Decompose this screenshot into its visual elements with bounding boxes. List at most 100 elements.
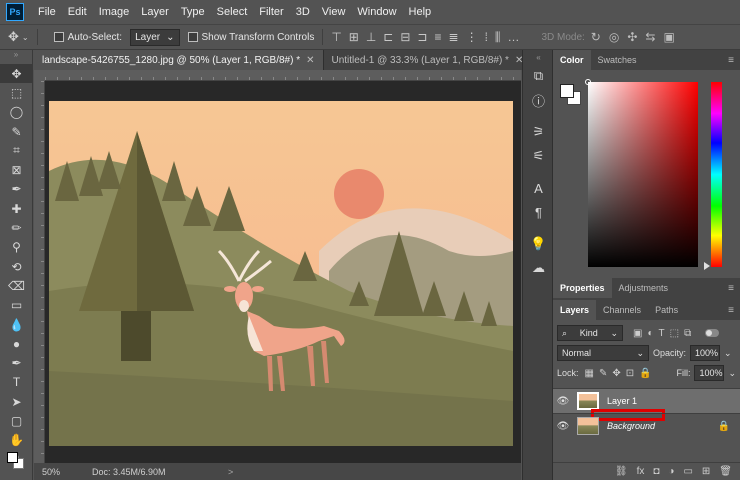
filter-adjustment-icon[interactable]: ◐ [647,328,653,339]
layer-thumbnail[interactable] [577,392,599,410]
video-icon[interactable]: ▣ [663,30,674,44]
vertical-ruler[interactable] [34,81,45,463]
clone-stamp-icon[interactable]: ⚲ [0,238,33,257]
menu-select[interactable]: Select [211,0,254,24]
learn-icon[interactable]: 💡 [523,232,554,256]
panel-menu-icon[interactable]: ≡ [728,300,740,320]
document-canvas-image[interactable] [49,101,513,446]
move-tool-icon[interactable]: ✥ [8,29,19,45]
menu-image[interactable]: Image [93,0,136,24]
rectangle-tool-icon[interactable]: ▢ [0,411,33,430]
eraser-tool-icon[interactable]: ⌫ [0,276,33,295]
panel-menu-icon[interactable]: ≡ [728,278,740,298]
zoom-level[interactable]: 50% [34,467,74,477]
history-brush-icon[interactable]: ⟲ [0,257,33,276]
menu-edit[interactable]: Edit [62,0,93,24]
menu-view[interactable]: View [316,0,352,24]
brush-settings-icon[interactable]: ⚞ [523,120,554,144]
lock-transparent-icon[interactable]: ▦ [585,368,594,379]
more-tools-icon[interactable]: … [0,469,33,480]
close-icon[interactable]: ✕ [306,55,314,66]
lock-paint-icon[interactable]: ✎ [599,368,607,379]
link-layers-icon[interactable]: ⛓ [615,466,628,477]
layer-name[interactable]: Background [607,421,655,431]
layer-row[interactable]: 👁 Background 🔒 [553,413,740,438]
adjustments-icon[interactable]: ⚟ [523,144,554,168]
hand-tool-icon[interactable]: ✋ [0,431,33,450]
align-middle-icon[interactable]: ⊞ [349,30,359,45]
hue-slider[interactable] [711,82,722,267]
align-bottom-icon[interactable]: ⊥ [366,30,376,45]
adjustment-layer-icon[interactable]: ◑ [668,466,674,477]
status-menu-icon[interactable]: > [228,467,233,477]
auto-select-dropdown[interactable]: Layer ⌄ [130,28,180,46]
photoshop-logo[interactable]: Ps [6,3,24,21]
foreground-color-swatch[interactable] [7,452,18,463]
document-tab-untitled[interactable]: Untitled-1 @ 33.3% (Layer 1, RGB/8#) * ✕ [323,50,533,70]
3d-roll-icon[interactable]: ◎ [609,30,619,44]
align-center-icon[interactable]: ⊟ [400,30,410,45]
new-layer-icon[interactable]: ⊞ [702,466,710,477]
new-group-icon[interactable]: ▭ [683,466,692,477]
eye-icon[interactable]: 👁 [553,421,573,432]
layer-row[interactable]: 👁 Layer 1 [553,388,740,421]
menu-help[interactable]: Help [403,0,438,24]
align-right-icon[interactable]: ⊐ [417,30,427,45]
layer-name[interactable]: Layer 1 [607,396,637,406]
move-tool-icon[interactable]: ✥ [0,64,33,84]
filter-shape-icon[interactable]: ⬚ [670,328,679,339]
paragraph-icon[interactable]: ¶ [523,200,554,224]
history-icon[interactable]: ⧉ [523,64,554,88]
tab-adjustments[interactable]: Adjustments [612,278,676,298]
chevron-down-icon[interactable]: ⌄ [728,368,736,379]
blend-mode-dropdown[interactable]: Normal ⌄ [557,345,649,361]
delete-layer-icon[interactable]: 🗑 [719,466,732,477]
3d-slide-icon[interactable]: ⇆ [645,30,655,44]
document-tab-landscape[interactable]: landscape-5426755_1280.jpg @ 50% (Layer … [34,50,324,70]
menu-file[interactable]: File [32,0,62,24]
hue-slider-marker[interactable] [704,262,710,270]
menu-type[interactable]: Type [175,0,211,24]
fill-input[interactable]: 100% [694,365,725,381]
color-foreground-swatch[interactable] [560,84,574,98]
character-icon[interactable]: A [523,176,554,200]
tab-swatches[interactable]: Swatches [591,50,644,70]
3d-rotate-icon[interactable]: ↻ [591,30,601,44]
ruler-corner[interactable] [34,70,45,81]
panel-grip[interactable]: » [0,50,32,64]
show-transform-checkbox[interactable] [187,32,198,42]
distribute-icon[interactable]: ⫼ [495,30,501,45]
kind-filter-dropdown[interactable]: ⌕ Kind ⌄ [557,325,623,341]
horizontal-ruler[interactable] [45,70,521,81]
brush-tool-icon[interactable]: ✏ [0,218,33,237]
3d-drag-icon[interactable]: ✣ [627,30,637,44]
align-top-icon[interactable]: ⊤ [331,30,341,45]
chevron-down-icon[interactable]: ⌄ [22,33,29,42]
lock-icon[interactable]: 🔒 [718,421,730,432]
lock-artboard-icon[interactable]: ⊡ [626,368,634,379]
distribute-icon[interactable]: ⁞ [485,30,488,45]
marquee-tool-icon[interactable]: ⬚ [0,83,33,102]
gradient-tool-icon[interactable]: ▭ [0,296,33,315]
color-picker-field[interactable] [588,82,698,267]
filter-toggle[interactable] [705,329,720,337]
quick-select-tool-icon[interactable]: ✎ [0,122,33,141]
add-mask-icon[interactable]: ◘ [653,466,659,477]
panel-menu-icon[interactable]: ≡ [728,50,740,70]
tab-channels[interactable]: Channels [596,300,648,320]
pen-tool-icon[interactable]: ✒ [0,353,33,372]
frame-tool-icon[interactable]: ⊠ [0,160,33,179]
lasso-tool-icon[interactable]: ◯ [0,103,33,122]
menu-filter[interactable]: Filter [253,0,289,24]
chevron-down-icon[interactable]: ⌄ [724,348,732,359]
more-icon[interactable]: … [507,30,519,45]
eyedropper-tool-icon[interactable]: ✒ [0,180,33,199]
menu-window[interactable]: Window [351,0,402,24]
lock-position-icon[interactable]: ✥ [612,368,620,379]
auto-select-checkbox[interactable] [53,32,64,42]
crop-tool-icon[interactable]: ⌗ [0,141,33,160]
tab-paths[interactable]: Paths [648,300,685,320]
distribute-icon[interactable]: ≡ [434,30,441,45]
fx-icon[interactable]: fx [637,466,645,477]
filter-pixel-icon[interactable]: ▣ [633,328,642,339]
